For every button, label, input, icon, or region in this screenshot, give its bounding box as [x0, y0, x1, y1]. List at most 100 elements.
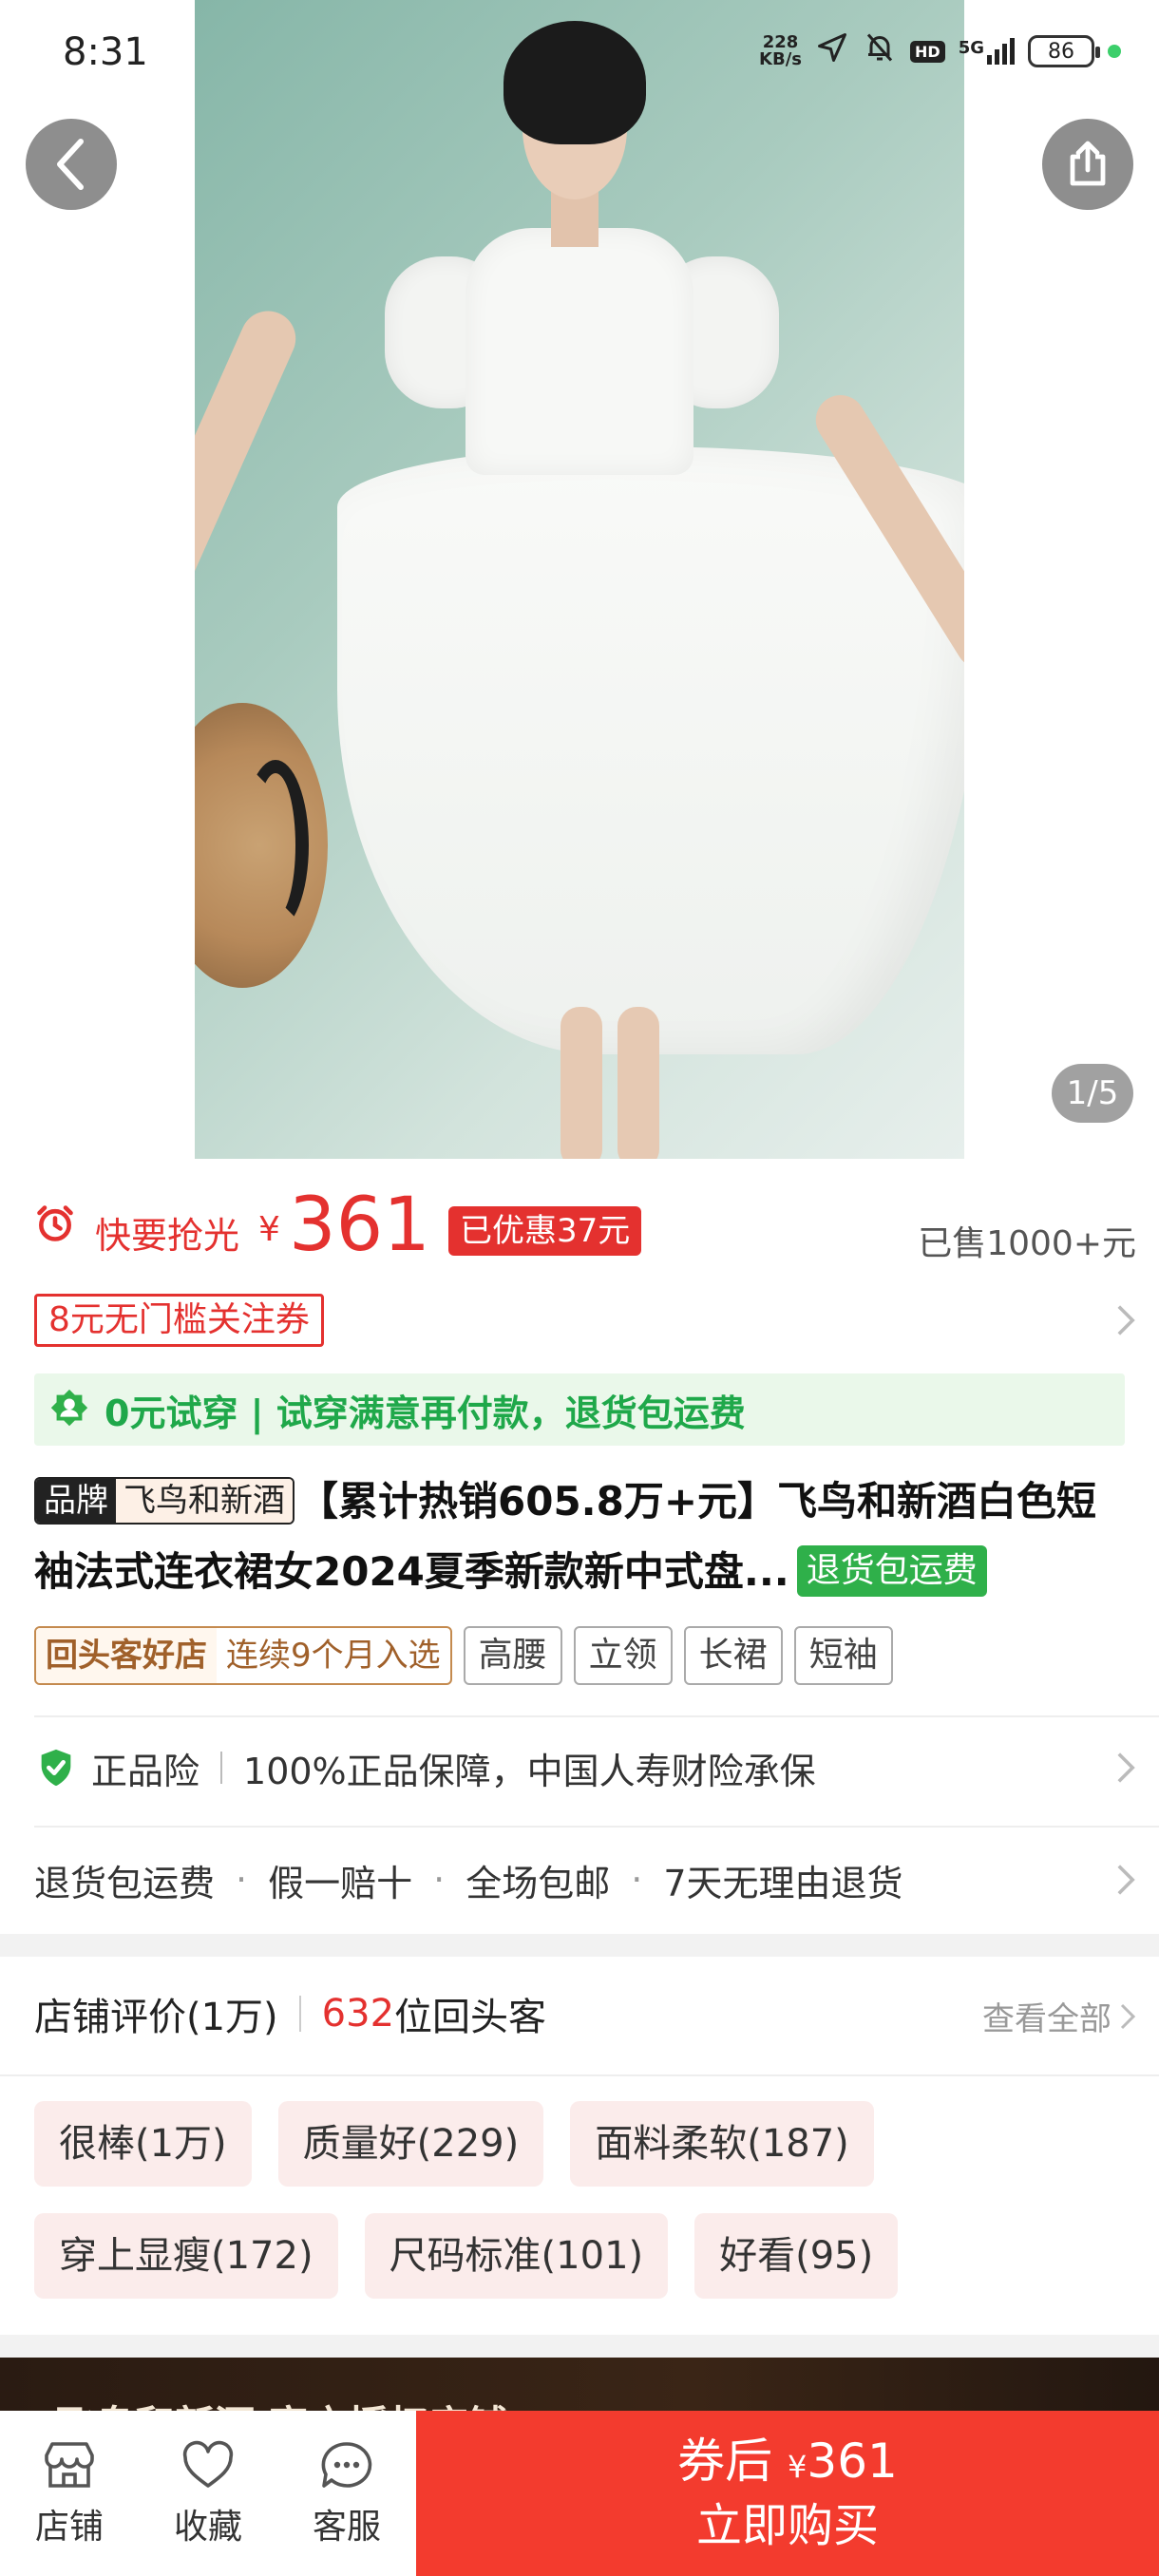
- discount-tag: 已优惠37元: [448, 1206, 642, 1256]
- review-tag[interactable]: 穿上显瘦(172): [34, 2213, 338, 2299]
- price-amount: 361: [289, 1183, 430, 1268]
- status-bar: 8:31 228 KB/s HD 5G 86: [0, 0, 1159, 104]
- chat-bubble-icon: [321, 2442, 372, 2488]
- buy-now-button[interactable]: 券后 ¥361 立即购买: [416, 2411, 1159, 2576]
- repeat-count: 632: [321, 1992, 395, 2036]
- free-tryon-banner[interactable]: 0元试穿 | 试穿满意再付款，退货包运费: [34, 1373, 1125, 1446]
- product-tags: 回头客好店 连续9个月入选 高腰 立领 长裙 短袖: [34, 1626, 893, 1685]
- badge-user-icon: [50, 1389, 88, 1427]
- price-row: 快要抢光 ¥ 361 已优惠37元 已售1000+元: [34, 1184, 1136, 1267]
- chevron-right-icon: [1117, 1305, 1135, 1335]
- signal-icon: 5G: [959, 38, 1015, 65]
- dot-separator: ·: [631, 1859, 643, 1901]
- reviews-header: 店铺评价(1万) 632 位回头客 查看全部: [34, 1985, 1136, 2042]
- privacy-dot: [1108, 45, 1121, 58]
- signal-bar-4: [1010, 38, 1015, 65]
- rebuy-value: 连续9个月入选: [226, 1637, 441, 1675]
- share-icon: [1070, 141, 1106, 186]
- location-arrow-icon: [815, 30, 849, 72]
- price-currency: ¥: [258, 1210, 280, 1249]
- sold-count: 已售1000+元: [918, 1224, 1136, 1263]
- product-photo[interactable]: [195, 0, 964, 1159]
- buy-currency: ¥: [788, 2449, 808, 2485]
- tryon-text: 0元试穿 | 试穿满意再付款，退货包运费: [104, 1392, 746, 1434]
- guarantee-label: 正品险: [91, 1750, 200, 1792]
- pipe-divider: [220, 1752, 223, 1784]
- service-item: 退货包运费: [34, 1862, 216, 1904]
- dot-separator: ·: [236, 1859, 248, 1901]
- brand-name: 飞鸟和新酒: [116, 1478, 293, 1523]
- store-nav-button[interactable]: 店铺: [0, 2411, 139, 2576]
- product-gallery[interactable]: 8:31 228 KB/s HD 5G 86 1/5: [0, 0, 1159, 1166]
- signal-bar-1: [987, 55, 992, 65]
- service-nav-button[interactable]: 客服: [277, 2411, 416, 2576]
- network-type: 5G: [958, 38, 984, 58]
- net-speed: 228 KB/s: [759, 34, 802, 68]
- review-tag[interactable]: 质量好(229): [277, 2101, 544, 2187]
- review-tag[interactable]: 很棒(1万): [34, 2101, 252, 2187]
- share-button[interactable]: [1042, 119, 1133, 210]
- bell-mute-icon: [863, 30, 897, 72]
- review-tag[interactable]: 好看(95): [694, 2213, 899, 2299]
- battery-icon: 86: [1028, 35, 1100, 67]
- status-time: 8:31: [63, 30, 148, 74]
- chevron-left-icon: [57, 139, 84, 190]
- service-item: 7天无理由退货: [663, 1862, 903, 1904]
- brand-badge[interactable]: 品牌 飞鸟和新酒: [34, 1476, 294, 1525]
- rebuy-label: 回头客好店: [36, 1628, 217, 1683]
- see-all-label: 查看全部: [982, 2000, 1112, 2038]
- product-info: 快要抢光 ¥ 361 已优惠37元 已售1000+元 8元无门槛关注券 0元试穿…: [0, 1166, 1159, 1934]
- buy-action-label: 立即购买: [695, 2499, 879, 2552]
- store-icon: [45, 2442, 94, 2488]
- rebuy-store-badge[interactable]: 回头客好店 连续9个月入选: [34, 1626, 452, 1685]
- coupon-badge[interactable]: 8元无门槛关注券: [34, 1294, 324, 1347]
- dot-separator: ·: [433, 1859, 446, 1901]
- favorite-nav-label: 收藏: [173, 2508, 242, 2547]
- review-tag[interactable]: 尺码标准(101): [364, 2213, 669, 2299]
- tag-long-skirt: 长裙: [683, 1626, 783, 1685]
- dress-skirt: [337, 446, 964, 1054]
- tag-short-sleeve: 短袖: [793, 1626, 893, 1685]
- service-item: 假一赔十: [268, 1862, 413, 1904]
- status-icons: 228 KB/s HD 5G 86: [759, 30, 1121, 72]
- rush-label: 快要抢光: [95, 1215, 240, 1257]
- review-tags: 很棒(1万) 质量好(229) 面料柔软(187) 穿上显瘦(172) 尺码标准…: [34, 2101, 1136, 2299]
- guarantee-row[interactable]: 正品险 100%正品保障，中国人寿财险承保: [34, 1736, 1136, 1799]
- shield-check-icon: [41, 1749, 71, 1787]
- favorite-nav-button[interactable]: 收藏: [139, 2411, 277, 2576]
- image-counter: 1/5: [1052, 1064, 1133, 1123]
- review-tag[interactable]: 面料柔软(187): [570, 2101, 874, 2187]
- coupon-row[interactable]: 8元无门槛关注券: [34, 1294, 1136, 1351]
- hat-band: [242, 760, 309, 931]
- buy-amount: 361: [807, 2434, 898, 2489]
- buy-price-line: 券后 ¥361: [677, 2432, 898, 2496]
- chevron-right-icon: [1117, 1752, 1135, 1783]
- tag-high-waist: 高腰: [463, 1626, 562, 1685]
- signal-bar-2: [995, 49, 999, 65]
- free-return-badge: 退货包运费: [796, 1544, 987, 1597]
- pipe-divider: [298, 1996, 301, 2032]
- chevron-right-icon: [1120, 2003, 1136, 2029]
- heart-icon: [182, 2440, 234, 2488]
- tag-stand-collar: 立领: [573, 1626, 673, 1685]
- guarantee-text: 100%正品保障，中国人寿财险承保: [243, 1750, 816, 1792]
- dress-bodice: [466, 228, 694, 475]
- repeat-suffix: 位回头客: [394, 1996, 547, 2039]
- service-item: 全场包邮: [466, 1862, 611, 1904]
- divider: [0, 2074, 1159, 2076]
- back-button[interactable]: [26, 119, 117, 210]
- alarm-clock-icon: [37, 1205, 73, 1241]
- buy-prefix: 券后: [677, 2434, 773, 2489]
- store-reviews: 店铺评价(1万) 632 位回头客 查看全部 很棒(1万) 质量好(229) 面…: [0, 1957, 1159, 2335]
- divider: [34, 1826, 1159, 1828]
- product-detail-page: 8:31 228 KB/s HD 5G 86 1/5 快要抢光 ¥ 361 已优…: [0, 0, 1159, 2576]
- signal-bar-3: [1002, 44, 1007, 65]
- chevron-right-icon: [1117, 1865, 1135, 1895]
- service-nav-label: 客服: [312, 2508, 381, 2547]
- services-row[interactable]: 退货包运费 · 假一赔十 · 全场包邮 · 7天无理由退货: [34, 1848, 1136, 1911]
- divider: [34, 1715, 1159, 1717]
- brand-label: 品牌: [36, 1478, 116, 1523]
- product-title-block: 品牌 飞鸟和新酒 【累计热销605.8万+元】飞鸟和新酒白色短袖法式连衣裙女20…: [34, 1467, 1136, 1607]
- see-all-link[interactable]: 查看全部: [982, 1993, 1136, 2039]
- model-left-arm: [195, 302, 305, 707]
